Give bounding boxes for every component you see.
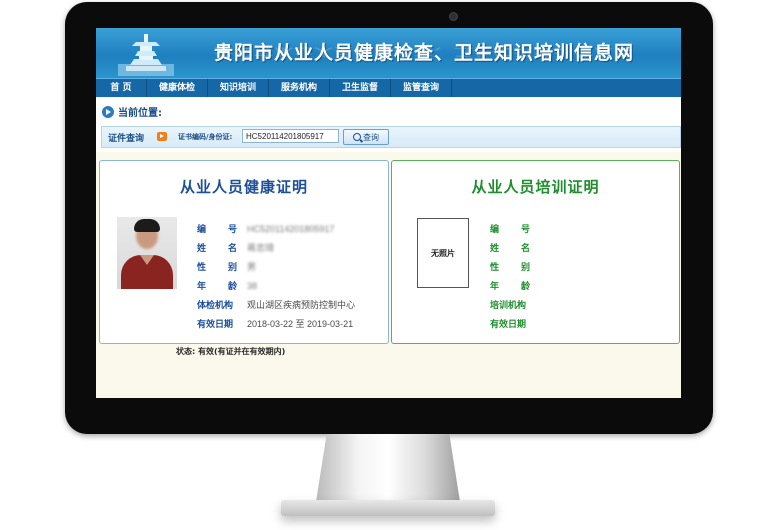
result-area: 从业人员健康证明 编号 HC520114201805917 姓名 蒋忠琦 性别: [96, 152, 681, 398]
monitor-stand-base: [281, 500, 495, 516]
field-label: 性别: [490, 263, 530, 273]
name-value: 蒋忠琦: [247, 243, 275, 253]
certificate-search-input[interactable]: [242, 129, 339, 143]
training-card-title: 从业人员培训证明: [471, 178, 600, 196]
webcam-icon: [450, 13, 457, 20]
age-value: 38: [247, 280, 258, 291]
holder-photo: [117, 217, 177, 289]
health-field-row: 性别 男: [197, 257, 355, 276]
health-certificate-card: 从业人员健康证明 编号 HC520114201805917 姓名 蒋忠琦 性别: [99, 160, 389, 344]
nav-health-supervision[interactable]: 卫生监督: [330, 79, 391, 97]
field-label: 性别: [197, 263, 237, 273]
exam-institution-value: 观山湖区疾病预防控制中心: [247, 300, 356, 310]
health-fields: 编号 HC520114201805917 姓名 蒋忠琦 性别 男 年龄 38 体…: [197, 219, 355, 333]
valid-dates-value: 2018-03-22 至 2019-03-21: [247, 319, 354, 329]
field-label: 体检机构: [197, 301, 234, 311]
certificate-number-value: HC520114201805917: [247, 223, 335, 234]
training-field-row: 姓名: [490, 238, 540, 257]
search-button[interactable]: 查询: [343, 129, 389, 145]
nav-knowledge-training[interactable]: 知识培训: [208, 79, 269, 97]
health-card-title: 从业人员健康证明: [179, 178, 308, 196]
search-section-title: 证件查询: [108, 134, 145, 144]
field-label: 年龄: [197, 282, 237, 292]
arrow-right-icon: [157, 132, 167, 141]
main-nav: 首 页 健康体检 知识培训 服务机构 卫生监督 监管查询: [96, 78, 681, 97]
search-button-label: 查询: [363, 132, 379, 142]
field-label: 有效日期: [490, 320, 527, 330]
health-field-row: 体检机构 观山湖区疾病预防控制中心: [197, 295, 355, 314]
certificate-search-bar: 证件查询 证书编码/身份证: 查询: [101, 126, 681, 148]
health-field-row: 编号 HC520114201805917: [197, 219, 355, 238]
gender-value: 男: [247, 262, 257, 272]
play-circle-icon: [102, 105, 114, 118]
field-label: 有效日期: [197, 320, 234, 330]
pavilion-logo-icon: [118, 34, 174, 76]
breadcrumb-label: 当前位置:: [118, 108, 162, 119]
training-certificate-card: 从业人员培训证明 无照片 编号 姓名 性别 年龄 培训机构 有效日期: [391, 160, 680, 344]
monitor-stand-neck: [315, 434, 461, 508]
no-photo-placeholder: 无照片: [417, 218, 469, 288]
browser-screen: 贵阳市从业人员健康检查、卫生知识培训信息网 贵阳市从业人员健康检查、卫生知识培训…: [96, 28, 681, 398]
nav-health-exam[interactable]: 健康体检: [147, 79, 208, 97]
training-field-row: 编号: [490, 219, 540, 238]
field-label: 编号: [197, 225, 237, 235]
health-field-row: 有效日期 2018-03-22 至 2019-03-21: [197, 314, 355, 333]
field-label: 姓名: [197, 244, 237, 254]
search-icon: [353, 133, 361, 141]
nav-home[interactable]: 首 页: [96, 79, 147, 97]
nav-service-agencies[interactable]: 服务机构: [269, 79, 330, 97]
certificate-status: 状态: 有效(有证并在有效期内): [176, 347, 286, 356]
training-field-row: 有效日期: [490, 314, 540, 333]
health-field-row: 姓名 蒋忠琦: [197, 238, 355, 257]
field-label: 年龄: [490, 282, 530, 292]
training-field-row: 性别: [490, 257, 540, 276]
training-field-row: 年龄: [490, 276, 540, 295]
training-fields: 编号 姓名 性别 年龄 培训机构 有效日期: [490, 219, 540, 333]
field-label: 编号: [490, 225, 530, 235]
site-title-reflection: 贵阳市从业人员健康检查、卫生知识培训信息网: [214, 45, 635, 58]
search-field-label: 证书编码/身份证:: [178, 133, 233, 141]
field-label: 培训机构: [490, 301, 527, 311]
field-label: 姓名: [490, 244, 530, 254]
site-banner: 贵阳市从业人员健康检查、卫生知识培训信息网 贵阳市从业人员健康检查、卫生知识培训…: [96, 28, 681, 78]
nav-regulatory-query[interactable]: 监管查询: [391, 79, 452, 97]
training-field-row: 培训机构: [490, 295, 540, 314]
health-field-row: 年龄 38: [197, 276, 355, 295]
breadcrumb: 当前位置:: [102, 104, 162, 119]
